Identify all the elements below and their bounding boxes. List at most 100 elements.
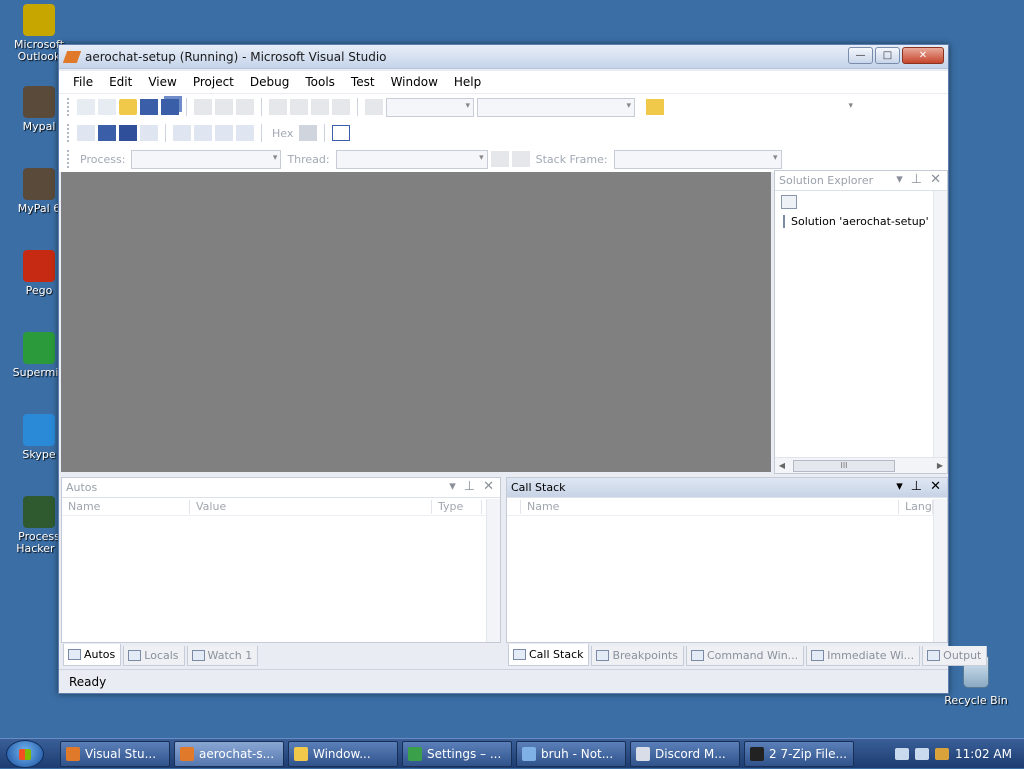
menu-debug[interactable]: Debug xyxy=(242,75,297,89)
vertical-scrollbar[interactable] xyxy=(486,499,500,642)
column-header-language[interactable]: Langu xyxy=(899,499,933,514)
close-panel-icon[interactable]: ✕ xyxy=(930,172,941,187)
minimize-button[interactable]: — xyxy=(848,47,873,64)
break-all-icon[interactable] xyxy=(98,125,116,141)
stop-debugging-icon[interactable] xyxy=(119,125,137,141)
solution-platforms-combo[interactable] xyxy=(477,97,635,117)
properties-icon[interactable] xyxy=(781,195,797,209)
add-item-icon[interactable] xyxy=(98,99,116,115)
breakpoints-window-icon[interactable] xyxy=(332,125,351,141)
find-in-files-icon[interactable] xyxy=(646,99,664,115)
paste-icon[interactable] xyxy=(236,99,254,115)
menu-test[interactable]: Test xyxy=(343,75,383,89)
stack-frame-combo[interactable] xyxy=(613,149,782,169)
thread-combo[interactable] xyxy=(335,149,488,169)
continue-icon[interactable] xyxy=(77,125,95,141)
auto-hide-pin-icon[interactable]: ⊥ xyxy=(911,172,922,187)
new-project-icon[interactable] xyxy=(77,99,95,115)
toggle-filter-icon[interactable] xyxy=(511,151,530,167)
toolbar-grip[interactable] xyxy=(67,98,70,116)
start-button[interactable] xyxy=(6,740,44,768)
window-position-dropdown-icon[interactable]: ▾ xyxy=(449,479,456,494)
taskbar-button[interactable]: Settings – ... xyxy=(402,741,512,767)
taskbar: Visual Stu... aerochat-s... Window... Setti… xyxy=(0,738,1024,768)
menu-edit[interactable]: Edit xyxy=(101,75,140,89)
step-into-icon[interactable] xyxy=(194,125,212,141)
show-next-statement-icon[interactable] xyxy=(173,125,191,141)
copy-icon[interactable] xyxy=(215,99,233,115)
process-combo[interactable] xyxy=(131,149,282,169)
show-threads-icon[interactable] xyxy=(299,125,318,141)
solution-tree-item[interactable]: Solution 'aerochat-setup' (0 xyxy=(775,213,947,230)
menu-tools[interactable]: Tools xyxy=(297,75,343,89)
scroll-left-arrow-icon[interactable]: ◀ xyxy=(775,461,789,470)
restart-icon[interactable] xyxy=(140,125,158,141)
scroll-thumb[interactable]: III xyxy=(793,459,895,472)
step-over-icon[interactable] xyxy=(215,125,233,141)
cut-icon[interactable] xyxy=(194,99,212,115)
column-header-type[interactable]: Type xyxy=(432,499,482,514)
solution-configurations-combo[interactable] xyxy=(386,97,474,117)
menu-window[interactable]: Window xyxy=(383,75,446,89)
close-panel-icon[interactable]: ✕ xyxy=(930,479,941,494)
vertical-scrollbar[interactable] xyxy=(933,191,947,457)
tab-immediate-wi[interactable]: Immediate Wi... xyxy=(806,646,921,666)
tab-window-icon xyxy=(191,650,205,661)
toolbar-grip[interactable] xyxy=(67,150,70,168)
network-icon[interactable] xyxy=(895,748,910,760)
menu-project[interactable]: Project xyxy=(185,75,242,89)
redo-icon[interactable] xyxy=(290,99,308,115)
taskbar-button[interactable]: bruh - Not... xyxy=(516,741,626,767)
tab-output[interactable]: Output xyxy=(922,646,988,666)
solution-explorer-title-bar[interactable]: Solution Explorer ▾ ⊥ ✕ xyxy=(775,171,947,191)
tab-autos[interactable]: Autos xyxy=(63,644,122,666)
step-out-icon[interactable] xyxy=(236,125,254,141)
maximize-button[interactable]: □ xyxy=(875,47,900,64)
solution-item-label: Solution 'aerochat-setup' (0 xyxy=(791,215,944,228)
column-header-name[interactable]: Name xyxy=(62,499,190,514)
title-bar[interactable]: aerochat-setup (Running) - Microsoft Vis… xyxy=(59,45,948,69)
toolbar-grip[interactable] xyxy=(67,124,70,142)
taskbar-button[interactable]: Discord M... xyxy=(630,741,740,767)
close-button[interactable]: ✕ xyxy=(902,47,944,64)
close-panel-icon[interactable]: ✕ xyxy=(483,479,494,494)
tab-command-win[interactable]: Command Win... xyxy=(685,646,805,666)
filter-icon[interactable] xyxy=(490,151,509,167)
column-header-name[interactable]: Name xyxy=(521,499,899,514)
taskbar-button[interactable]: Visual Stu... xyxy=(60,741,170,767)
auto-hide-pin-icon[interactable]: ⊥ xyxy=(464,479,475,494)
taskbar-button[interactable]: 2 7-Zip File... xyxy=(744,741,854,767)
call-stack-title-bar[interactable]: Call Stack ▾ ⊥ ✕ xyxy=(507,478,947,498)
undo-icon[interactable] xyxy=(269,99,287,115)
find-combo[interactable] xyxy=(667,97,857,117)
menu-help[interactable]: Help xyxy=(446,75,489,89)
save-icon[interactable] xyxy=(140,99,158,115)
tab-locals[interactable]: Locals xyxy=(123,646,185,666)
navigate-backward-icon[interactable] xyxy=(311,99,329,115)
window-position-dropdown-icon[interactable]: ▾ xyxy=(896,479,903,494)
horizontal-scrollbar[interactable]: ◀ III ▶ xyxy=(775,457,947,473)
tab-window-icon xyxy=(68,649,81,660)
scroll-right-arrow-icon[interactable]: ▶ xyxy=(933,461,947,470)
taskbar-button[interactable]: aerochat-s... xyxy=(174,741,284,767)
window-position-dropdown-icon[interactable]: ▾ xyxy=(896,172,903,187)
vertical-scrollbar[interactable] xyxy=(933,499,947,642)
column-header-value[interactable]: Value xyxy=(190,499,432,514)
autos-title-bar[interactable]: Autos ▾ ⊥ ✕ xyxy=(62,478,500,498)
menu-view[interactable]: View xyxy=(140,75,184,89)
volume-icon[interactable] xyxy=(915,748,930,760)
app-tray-icon[interactable] xyxy=(935,748,950,760)
save-all-icon[interactable] xyxy=(161,99,179,115)
taskbar-button[interactable]: Window... xyxy=(288,741,398,767)
clock[interactable]: 11:02 AM xyxy=(955,747,1012,761)
tab-breakpoints[interactable]: Breakpoints xyxy=(591,646,684,666)
tab-call-stack[interactable]: Call Stack xyxy=(508,644,590,666)
start-debugging-icon[interactable] xyxy=(365,99,383,115)
document-area[interactable] xyxy=(61,172,771,472)
hex-button[interactable]: Hex xyxy=(272,127,293,140)
menu-file[interactable]: File xyxy=(65,75,101,89)
tab-watch-1[interactable]: Watch 1 xyxy=(186,646,259,666)
auto-hide-pin-icon[interactable]: ⊥ xyxy=(911,479,922,494)
open-file-icon[interactable] xyxy=(119,99,137,115)
navigate-forward-icon[interactable] xyxy=(332,99,350,115)
